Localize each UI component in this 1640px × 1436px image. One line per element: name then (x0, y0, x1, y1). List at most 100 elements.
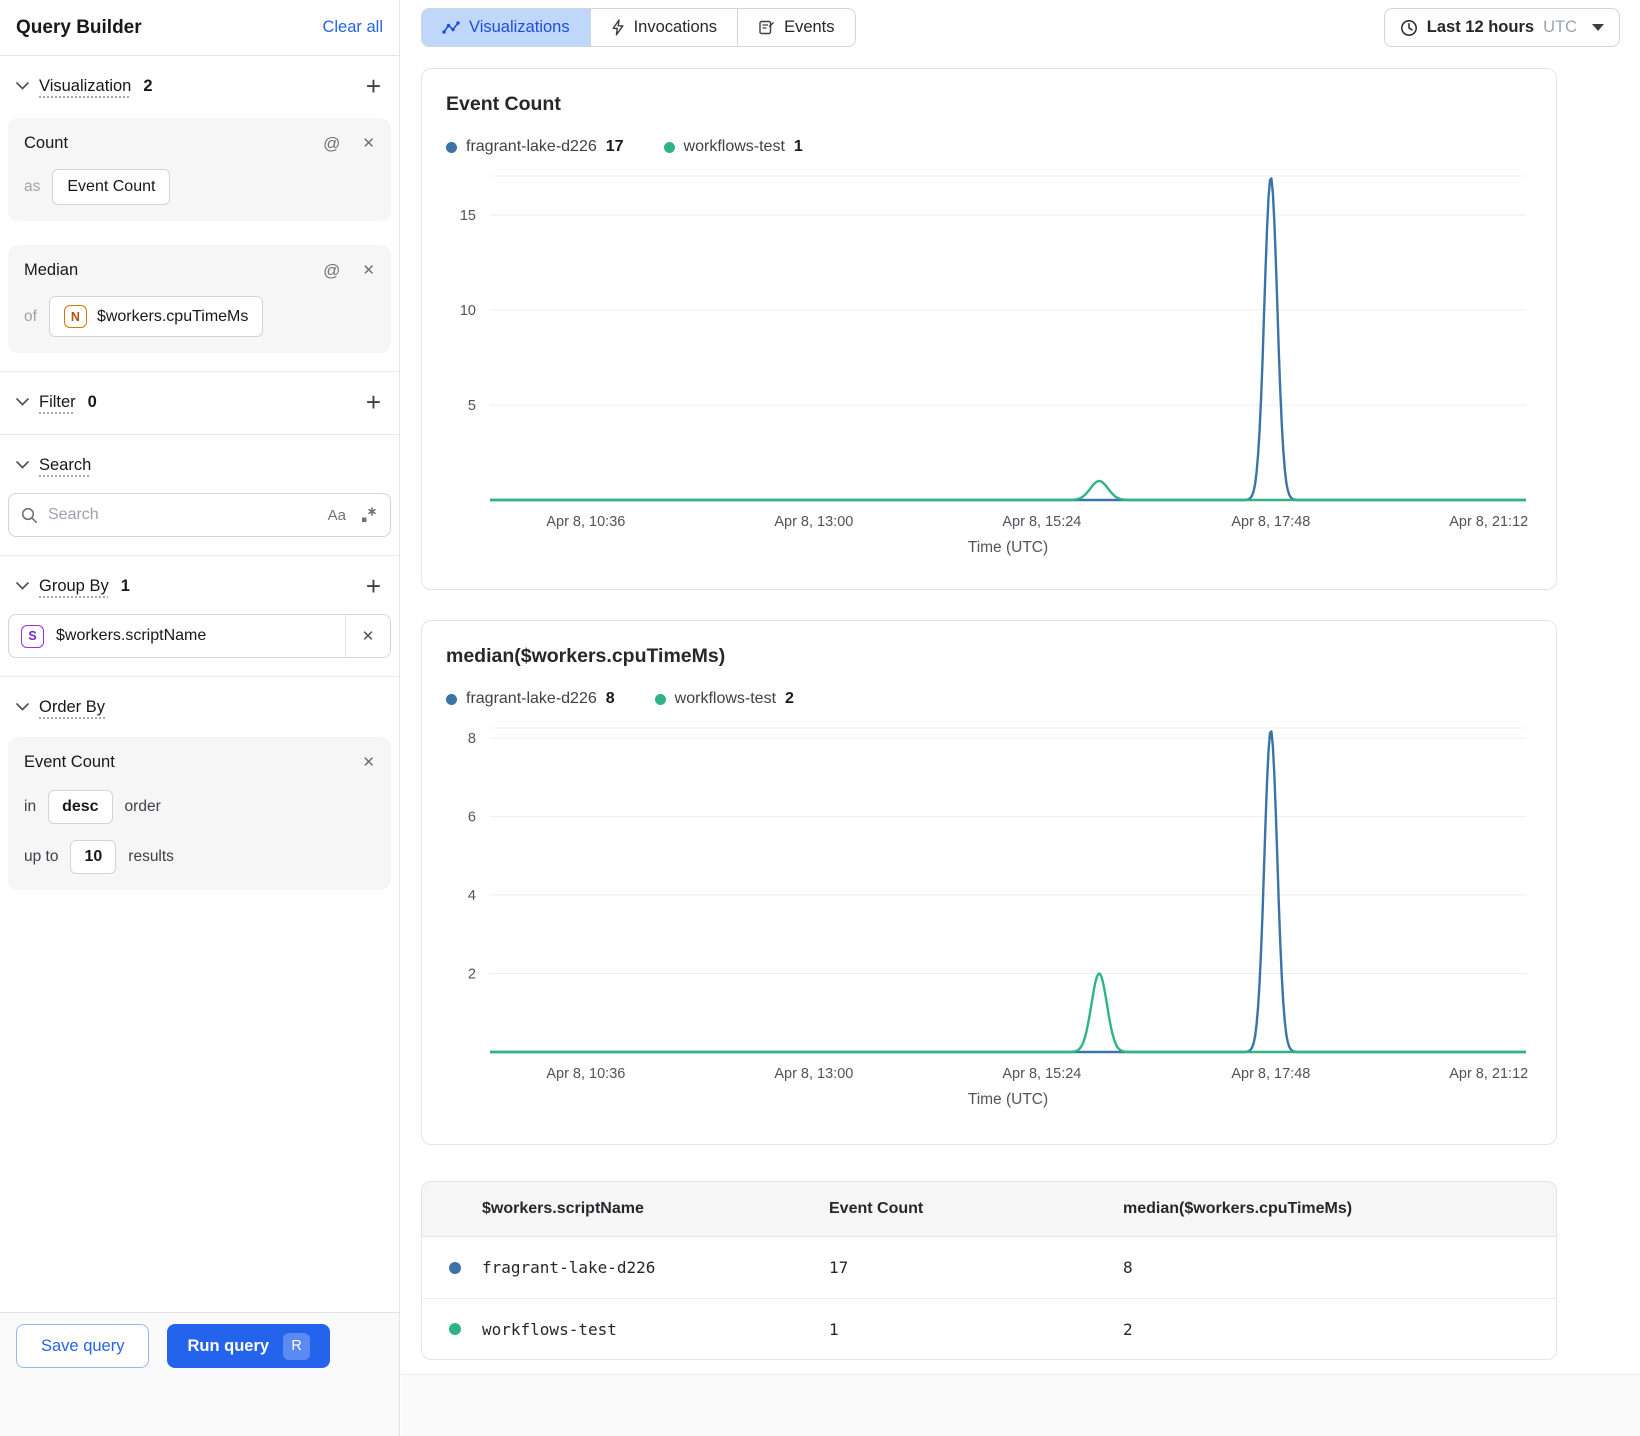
filter-section: Filter 0 + (0, 372, 399, 435)
series-color-dot (446, 693, 457, 705)
event-count-line-chart: 5 10 15 Apr 8, 10:36 Apr 8, 13:00 Apr 8, 15:2… (446, 168, 1532, 556)
tab-label: Invocations (633, 18, 718, 36)
series-color-dot (654, 693, 666, 705)
mention-icon[interactable]: @ (323, 262, 340, 279)
chart-legend: fragrant-lake-d226 8 workflows-test 2 (446, 690, 1532, 708)
chart-title: Event Count (446, 93, 561, 115)
legend-item[interactable]: fragrant-lake-d226 8 (446, 690, 615, 708)
median-cputime-chart-card: median($workers.cpuTimeMs) fragrant-lake… (421, 620, 1557, 1145)
svg-text:Apr 8, 21:12: Apr 8, 21:12 (1449, 514, 1528, 530)
search-label: Search (39, 455, 92, 474)
run-query-button[interactable]: Run query R (167, 1324, 331, 1368)
legend-series-value: 1 (793, 138, 803, 155)
group-by-section: Group By 1 + S $workers.scriptName ✕ (0, 556, 399, 677)
run-query-label: Run query (187, 1336, 270, 1355)
view-tabs: Visualizations Invocations Events (421, 8, 856, 47)
tab-visualizations[interactable]: Visualizations (422, 9, 590, 46)
svg-text:6: 6 (468, 809, 476, 825)
remove-group-by-icon[interactable]: ✕ (346, 627, 390, 645)
add-visualization-button[interactable]: + (364, 73, 383, 99)
series-color-dot (449, 1261, 461, 1274)
save-query-button[interactable]: Save query (16, 1324, 150, 1368)
order-by-section-header[interactable]: Order By (8, 687, 391, 727)
sort-direction-selector[interactable]: desc (48, 790, 113, 824)
string-type-icon: S (21, 624, 44, 648)
up-to-label: up to (24, 848, 59, 865)
legend-item[interactable]: workflows-test 2 (654, 690, 794, 708)
match-case-icon[interactable]: Aa (328, 507, 346, 524)
count-card-title: Count (24, 134, 69, 152)
group-by-field-value: $workers.scriptName (56, 627, 207, 644)
svg-text:Apr 8, 15:24: Apr 8, 15:24 (1002, 514, 1081, 530)
svg-text:8: 8 (468, 731, 476, 747)
visualization-count: 2 (143, 76, 153, 95)
legend-series-value: 2 (785, 690, 794, 707)
order-by-card: Event Count ✕ in desc order up to 10 res… (8, 737, 391, 890)
svg-text:Apr 8, 17:48: Apr 8, 17:48 (1231, 514, 1310, 530)
table-header-row: $workers.scriptName Event Count median($… (422, 1182, 1556, 1237)
remove-count-icon[interactable]: ✕ (362, 136, 375, 151)
svg-text:4: 4 (468, 888, 476, 904)
search-input[interactable] (48, 506, 318, 524)
topbar: Visualizations Invocations Events Last 1… (401, 0, 1640, 55)
search-section-header[interactable]: Search (8, 445, 391, 485)
results-table: $workers.scriptName Event Count median($… (421, 1181, 1557, 1360)
median-field-selector[interactable]: N $workers.cpuTimeMs (48, 296, 264, 337)
footer-strip (401, 1374, 1640, 1436)
regex-icon[interactable] (360, 506, 378, 524)
median-card-title: Median (24, 261, 79, 279)
number-type-icon: N (63, 305, 87, 328)
event-log-icon (759, 20, 775, 35)
svg-text:Apr 8, 13:00: Apr 8, 13:00 (774, 1066, 853, 1082)
column-header-median: median($workers.cpuTimeMs) (1123, 1200, 1353, 1217)
event-count-value: 1 (829, 1319, 839, 1339)
order-by-label: Order By (39, 697, 106, 716)
result-limit-input[interactable]: 10 (70, 840, 117, 874)
main-content: Event Count fragrant-lake-d226 17 workfl… (421, 68, 1557, 1360)
filter-section-header[interactable]: Filter 0 + (8, 382, 391, 422)
legend-series-value: 8 (605, 690, 615, 707)
legend-item[interactable]: workflows-test 1 (663, 138, 803, 156)
clock-icon (1400, 19, 1417, 36)
svg-text:15: 15 (460, 208, 476, 224)
svg-text:5: 5 (468, 398, 476, 414)
legend-item[interactable]: fragrant-lake-d226 17 (446, 138, 624, 156)
median-value: 2 (1123, 1319, 1133, 1339)
legend-series-name: fragrant-lake-d226 (466, 690, 597, 707)
visualization-section: Visualization 2 + Count @ ✕ as Event Cou… (0, 56, 399, 372)
chart-legend: fragrant-lake-d226 17 workflows-test 1 (446, 138, 1532, 156)
time-range-timezone: UTC (1543, 18, 1577, 36)
clear-all-link[interactable]: Clear all (322, 18, 383, 37)
group-by-label: Group By (39, 576, 109, 595)
legend-series-name: workflows-test (674, 690, 777, 707)
search-icon (21, 507, 38, 523)
chart-line-icon (442, 20, 460, 34)
time-range-dropdown[interactable]: Last 12 hours UTC (1383, 8, 1620, 47)
series-color-dot (446, 141, 457, 153)
page-title: Query Builder (16, 16, 142, 38)
tab-invocations[interactable]: Invocations (589, 9, 738, 46)
as-label: as (24, 178, 41, 195)
remove-median-icon[interactable]: ✕ (362, 263, 375, 278)
svg-text:Apr 8, 10:36: Apr 8, 10:36 (546, 514, 625, 530)
filter-label: Filter (39, 392, 76, 411)
svg-text:2: 2 (468, 966, 476, 982)
group-by-item[interactable]: S $workers.scriptName ✕ (8, 614, 391, 658)
add-group-by-button[interactable]: + (364, 573, 383, 599)
count-alias-field[interactable]: Event Count (52, 169, 171, 205)
run-query-shortcut-badge: R (283, 1332, 311, 1360)
table-row: workflows-test 1 2 (422, 1298, 1556, 1359)
order-by-field: Event Count (24, 753, 115, 771)
svg-text:Apr 8, 21:12: Apr 8, 21:12 (1449, 1066, 1528, 1082)
remove-order-by-icon[interactable]: ✕ (362, 755, 375, 770)
count-visualization-card: Count @ ✕ as Event Count (8, 118, 391, 221)
add-filter-button[interactable]: + (364, 389, 383, 415)
legend-series-name: fragrant-lake-d226 (466, 138, 597, 155)
mention-icon[interactable]: @ (323, 135, 340, 152)
search-section: Search Aa (0, 435, 399, 556)
caret-down-icon (1592, 24, 1604, 31)
visualization-section-header[interactable]: Visualization 2 + (8, 66, 391, 106)
tab-events[interactable]: Events (737, 9, 855, 46)
lightning-icon (612, 19, 624, 36)
group-by-section-header[interactable]: Group By 1 + (8, 566, 391, 606)
